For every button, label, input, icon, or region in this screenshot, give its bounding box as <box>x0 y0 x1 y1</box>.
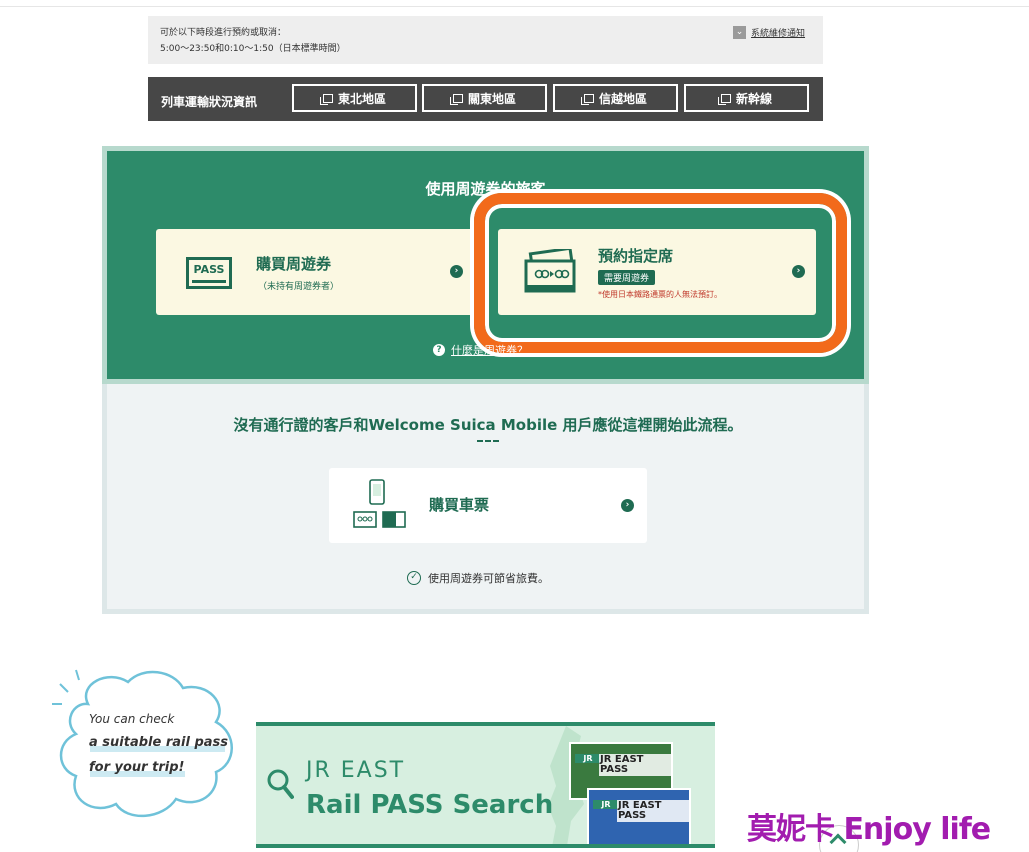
chevron-right-icon: › <box>792 265 805 278</box>
maintenance-notice-link[interactable]: ⌄ 系統維修通知 <box>733 26 805 39</box>
external-window-icon <box>449 93 463 105</box>
buy-pass-title: 購買周遊券 <box>256 255 332 273</box>
pass-brochure-cover: JR JR EAST PASS <box>587 788 691 844</box>
pass-required-badge: 需要周遊券 <box>598 270 656 285</box>
ticket-section-heading: 沒有通行證的客戶和Welcome Suica Mobile 用戶應從這裡開始此流… <box>233 416 743 434</box>
jr-logo: JR <box>575 754 601 763</box>
what-is-pass-label: 什麼是周遊券？ <box>451 344 528 357</box>
banner-title-line-2: Rail PASS Search <box>306 790 554 820</box>
external-window-icon <box>717 93 731 105</box>
buy-pass-card[interactable]: PASS 購買周遊券 （未持有周遊券者） › <box>156 229 474 315</box>
brochure-title: JR EAST PASS <box>599 754 671 776</box>
bubble-line-2: a suitable rail pass <box>89 735 229 750</box>
region-button-label: 關東地區 <box>467 91 516 106</box>
pass-holders-section: 使用周遊券的旅客 PASS 購買周遊券 （未持有周遊券者） › 預約指定席 需要… <box>102 146 869 384</box>
brochure-title: JR EAST PASS <box>617 800 689 822</box>
buy-ticket-card[interactable]: 購買車票 › <box>329 468 647 543</box>
rail-pass-speech-bubble: You can check a suitable rail pass for y… <box>48 664 248 829</box>
external-window-icon <box>580 93 594 105</box>
region-button-shinetsu[interactable]: 信越地區 <box>553 84 678 112</box>
reserve-seat-card[interactable]: 預約指定席 需要周遊券 *使用日本鐵路通票的人無法預訂。 › <box>498 229 816 315</box>
chevron-down-icon: ⌄ <box>733 26 746 39</box>
banner-title-line-1: JR EAST <box>306 758 406 783</box>
watermark: 莫妮卡 Enjoy life <box>747 812 991 847</box>
chevron-right-icon: › <box>450 265 463 278</box>
pass-ticket-icon-text: PASS <box>193 263 225 276</box>
top-divider <box>0 6 1029 7</box>
region-button-kanto[interactable]: 關東地區 <box>422 84 547 112</box>
external-window-icon <box>319 93 333 105</box>
region-button-label: 東北地區 <box>337 91 386 106</box>
ticket-section: 沒有通行證的客戶和Welcome Suica Mobile 用戶應從這裡開始此流… <box>102 384 869 614</box>
what-is-pass-link[interactable]: ? 什麼是周遊券？ <box>433 342 528 358</box>
region-button-label: 信越地區 <box>598 91 647 106</box>
maintenance-notice: 可於以下時段進行預約或取消： 5:00～23:50和0:10～1:50（日本標準… <box>148 16 823 64</box>
saving-note: ✓ 使用周遊券可節省旅費。 <box>407 570 549 586</box>
pass-ticket-icon: PASS <box>186 257 232 289</box>
region-button-shinkansen[interactable]: 新幹線 <box>684 84 809 112</box>
search-icon <box>267 769 294 799</box>
jr-logo: JR <box>593 800 619 809</box>
ticket-phone-icon <box>353 479 406 528</box>
notice-hours-value: 5:00～23:50和0:10～1:50（日本標準時間） <box>160 44 346 54</box>
train-status-bar: 列車運輸狀況資訊 東北地區 關東地區 信越地區 新幹線 <box>148 77 823 121</box>
notice-hours-label: 可於以下時段進行預約或取消： <box>160 28 287 38</box>
reserved-seat-ticket-icon <box>524 249 576 293</box>
buy-ticket-title: 購買車票 <box>429 496 490 514</box>
saving-note-text: 使用周遊券可節省旅費。 <box>428 572 549 585</box>
check-circle-icon: ✓ <box>407 571 421 585</box>
reserve-seat-title: 預約指定席 <box>598 247 674 265</box>
train-status-label: 列車運輸狀況資訊 <box>161 95 258 109</box>
chevron-right-icon: › <box>621 499 634 512</box>
maintenance-notice-link-label: 系統維修通知 <box>751 29 806 39</box>
question-icon: ? <box>433 344 445 356</box>
bubble-line-3: for your trip! <box>89 760 185 775</box>
region-button-label: 新幹線 <box>735 91 772 106</box>
heading-divider <box>477 440 499 443</box>
pass-ticket-icon-bar <box>192 280 226 283</box>
reserve-seat-note: *使用日本鐵路通票的人無法預訂。 <box>598 290 722 299</box>
rail-pass-search-banner[interactable]: JR EAST Rail PASS Search JR JR EAST PASS… <box>256 722 715 848</box>
buy-pass-subtitle: （未持有周遊券者） <box>258 282 340 292</box>
region-button-tohoku[interactable]: 東北地區 <box>292 84 417 112</box>
bubble-line-1: You can check <box>89 712 175 726</box>
